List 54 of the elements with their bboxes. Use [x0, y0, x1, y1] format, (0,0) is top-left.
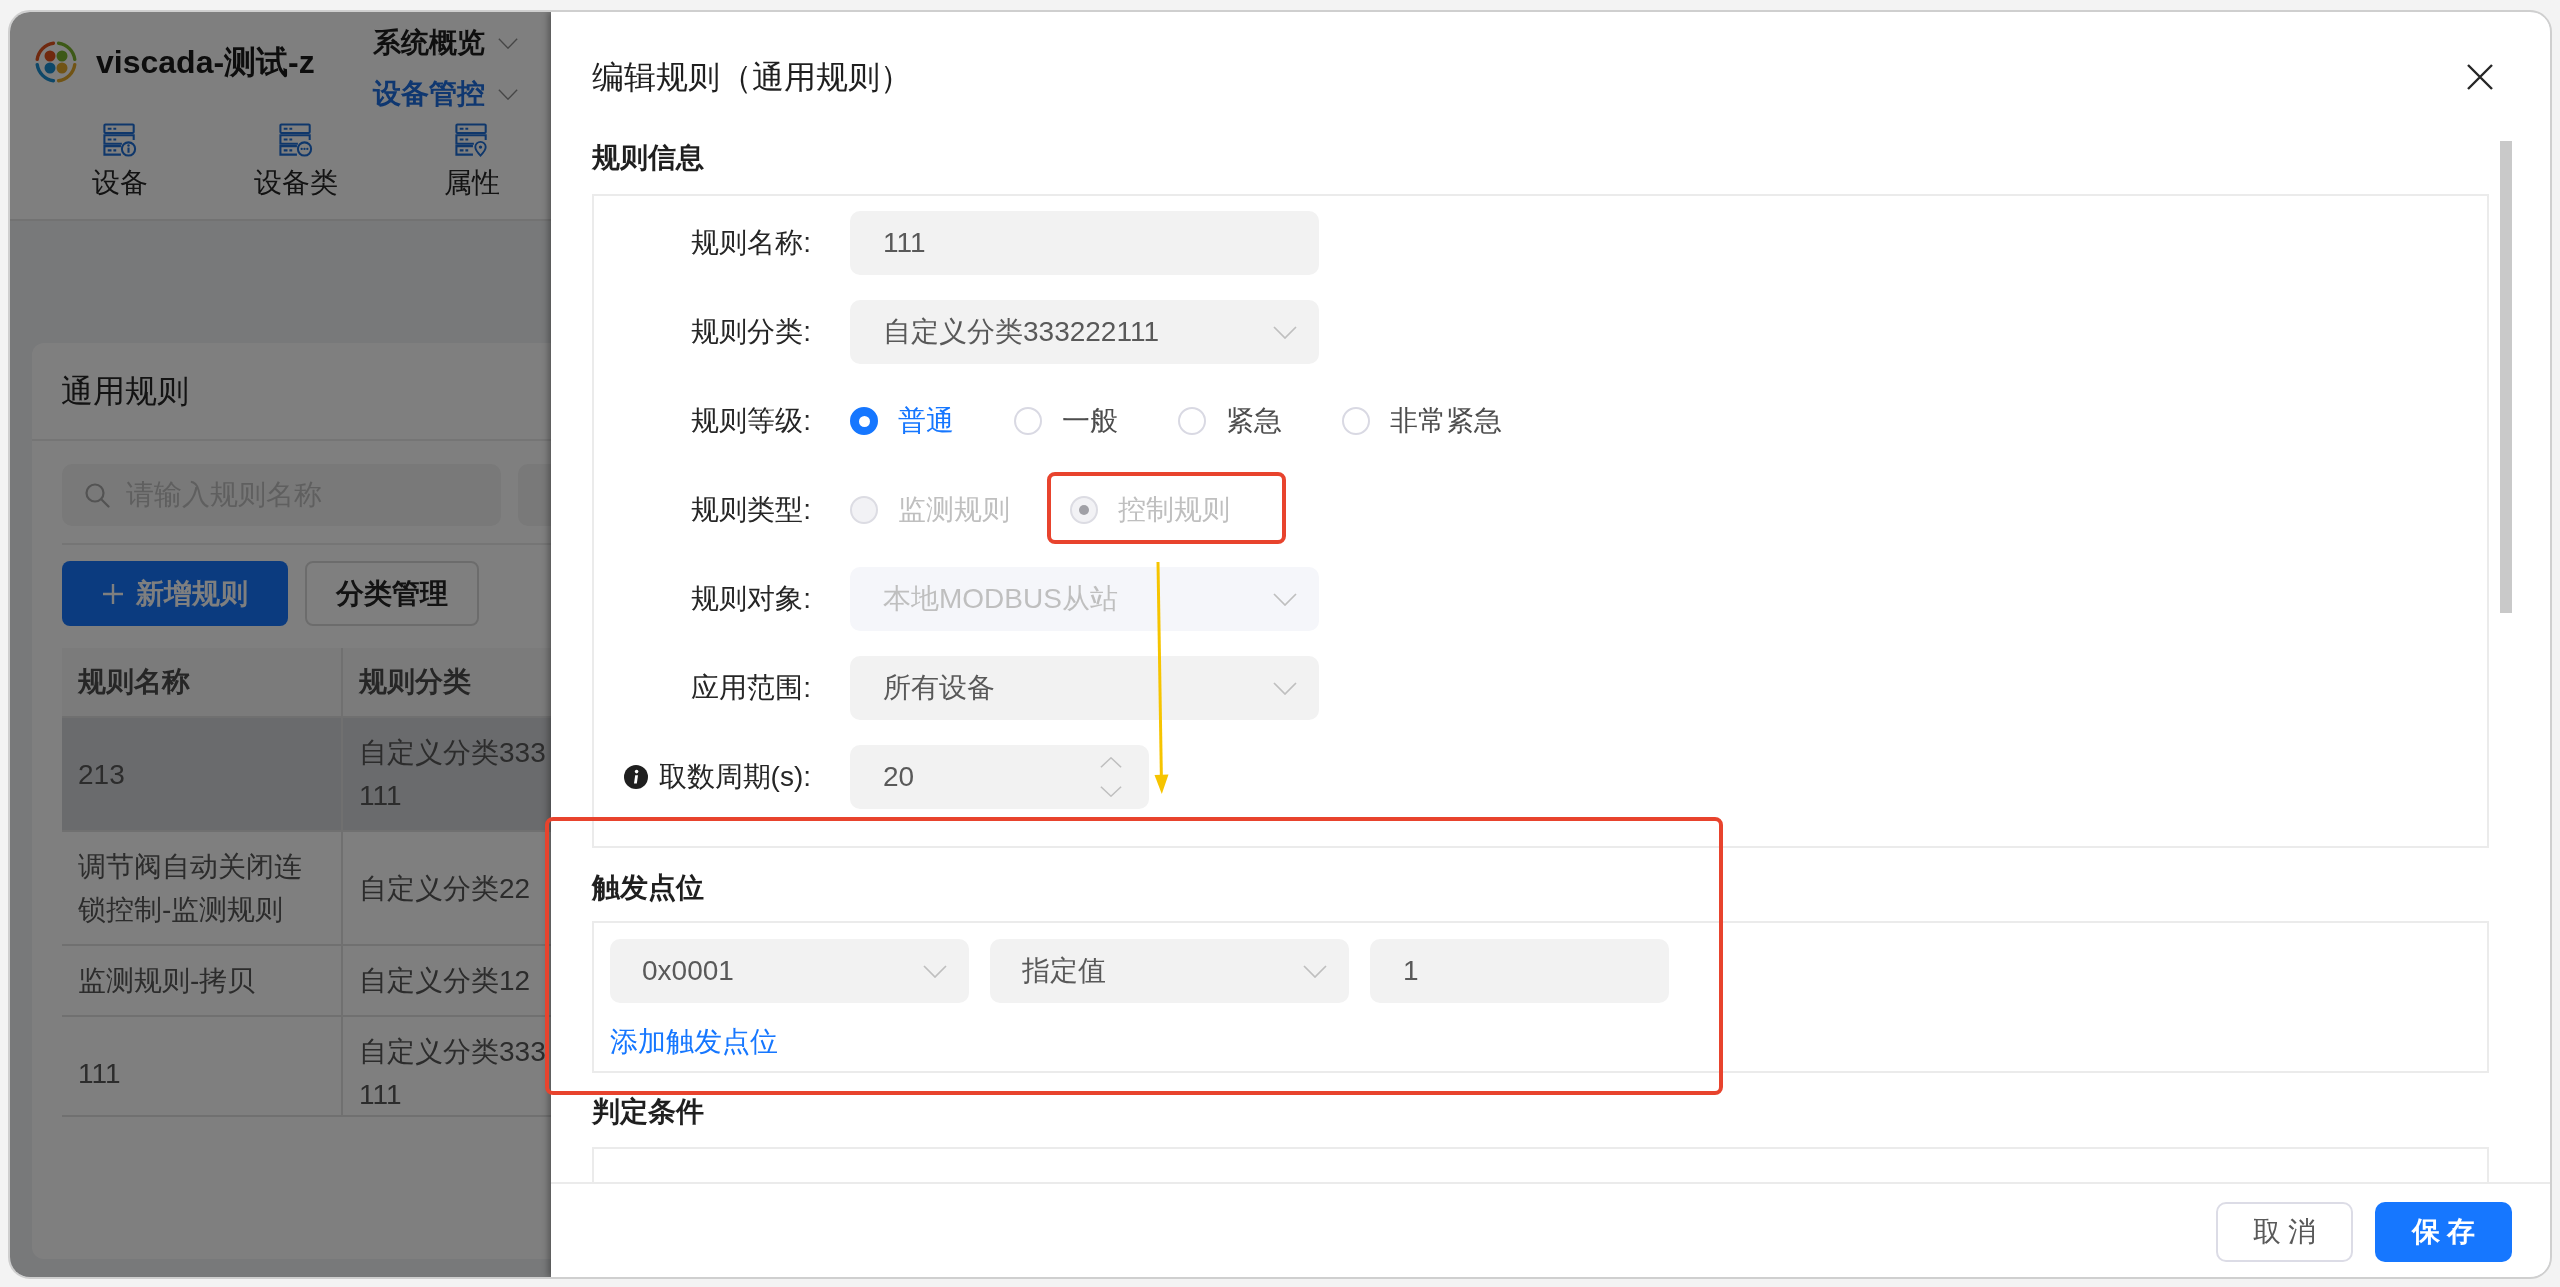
chevron-down-icon: [498, 88, 518, 100]
toolbar-item[interactable]: 设备: [32, 123, 208, 203]
text-input[interactable]: 1: [1370, 939, 1669, 1003]
select-field[interactable]: 所有设备: [850, 656, 1319, 720]
chevron-down-icon: [1100, 786, 1122, 797]
section-title: 规则信息: [592, 141, 705, 175]
add-rule-button[interactable]: 新增规则: [62, 561, 288, 626]
server-info-icon: [102, 123, 138, 157]
radio-option[interactable]: 普通: [850, 402, 954, 440]
select-field[interactable]: 0x0001: [610, 939, 969, 1003]
radio-option[interactable]: 非常紧急: [1342, 402, 1502, 440]
field-label: 规则对象:: [691, 582, 811, 616]
card-title: 通用规则: [61, 372, 189, 411]
plus-icon: [102, 582, 124, 605]
section-title: 判定条件: [592, 1095, 705, 1129]
number-input[interactable]: 20: [850, 745, 1149, 809]
field-label: 取数周期(s):: [658, 760, 811, 794]
info-icon[interactable]: [623, 765, 648, 789]
text-input[interactable]: 111: [850, 211, 1319, 275]
chevron-down-icon: [1273, 592, 1297, 606]
field-label: 规则名称:: [691, 226, 811, 260]
drawer-title: 编辑规则（通用规则）: [592, 58, 912, 97]
chevron-down-icon: [923, 964, 947, 978]
table-cell: 213: [62, 718, 343, 832]
select-field[interactable]: 指定值: [990, 939, 1349, 1003]
scrollbar[interactable]: [2500, 141, 2512, 613]
chevron-down-icon: [1303, 964, 1327, 978]
chevron-down-icon: [1273, 325, 1297, 339]
toolbar-item[interactable]: 设备类: [208, 123, 384, 203]
search-icon: [84, 482, 110, 508]
radio-option[interactable]: 一般: [1014, 402, 1118, 440]
table-cell: 监测规则-拷贝: [62, 946, 343, 1017]
select-field[interactable]: 自定义分类333222111: [850, 300, 1319, 364]
field-label: 规则等级:: [691, 404, 811, 438]
field-label: 应用范围:: [691, 671, 811, 705]
radio-option[interactable]: 紧急: [1178, 402, 1282, 440]
column-header[interactable]: 规则名称: [62, 648, 343, 718]
close-icon[interactable]: [2467, 64, 2493, 90]
table-cell: 调节阀自动关闭连锁控制-监测规则: [62, 832, 343, 946]
add-trigger-link[interactable]: 添加触发点位: [610, 1022, 778, 1062]
server-dots-icon: [278, 123, 314, 157]
field-label: 规则分类:: [691, 315, 811, 349]
server-pin-icon: [454, 123, 490, 157]
nav-menu[interactable]: 系统概览: [373, 23, 518, 63]
manage-categories-button[interactable]: 分类管理: [305, 561, 479, 626]
chevron-down-icon: [1273, 681, 1297, 695]
logo-icon: [35, 41, 77, 83]
nav-menu[interactable]: 设备管控: [373, 74, 518, 114]
section-title: 触发点位: [592, 871, 705, 905]
cancel-button[interactable]: 取 消: [2216, 1202, 2353, 1262]
chevron-down-icon: [498, 37, 518, 49]
field-label: 规则类型:: [691, 493, 811, 527]
save-button[interactable]: 保 存: [2375, 1202, 2512, 1262]
app-title: viscada-测试-z: [96, 43, 315, 82]
